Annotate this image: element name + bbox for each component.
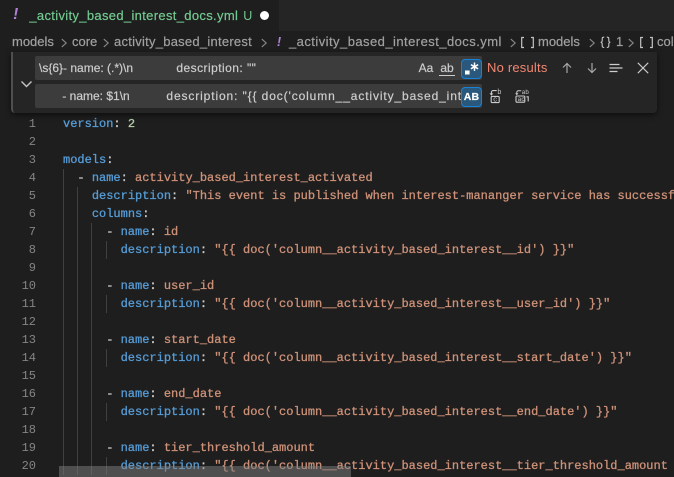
svg-text:c: c [493,97,497,104]
svg-text:ab: ab [522,89,530,96]
svg-text:ac: ac [518,96,526,103]
